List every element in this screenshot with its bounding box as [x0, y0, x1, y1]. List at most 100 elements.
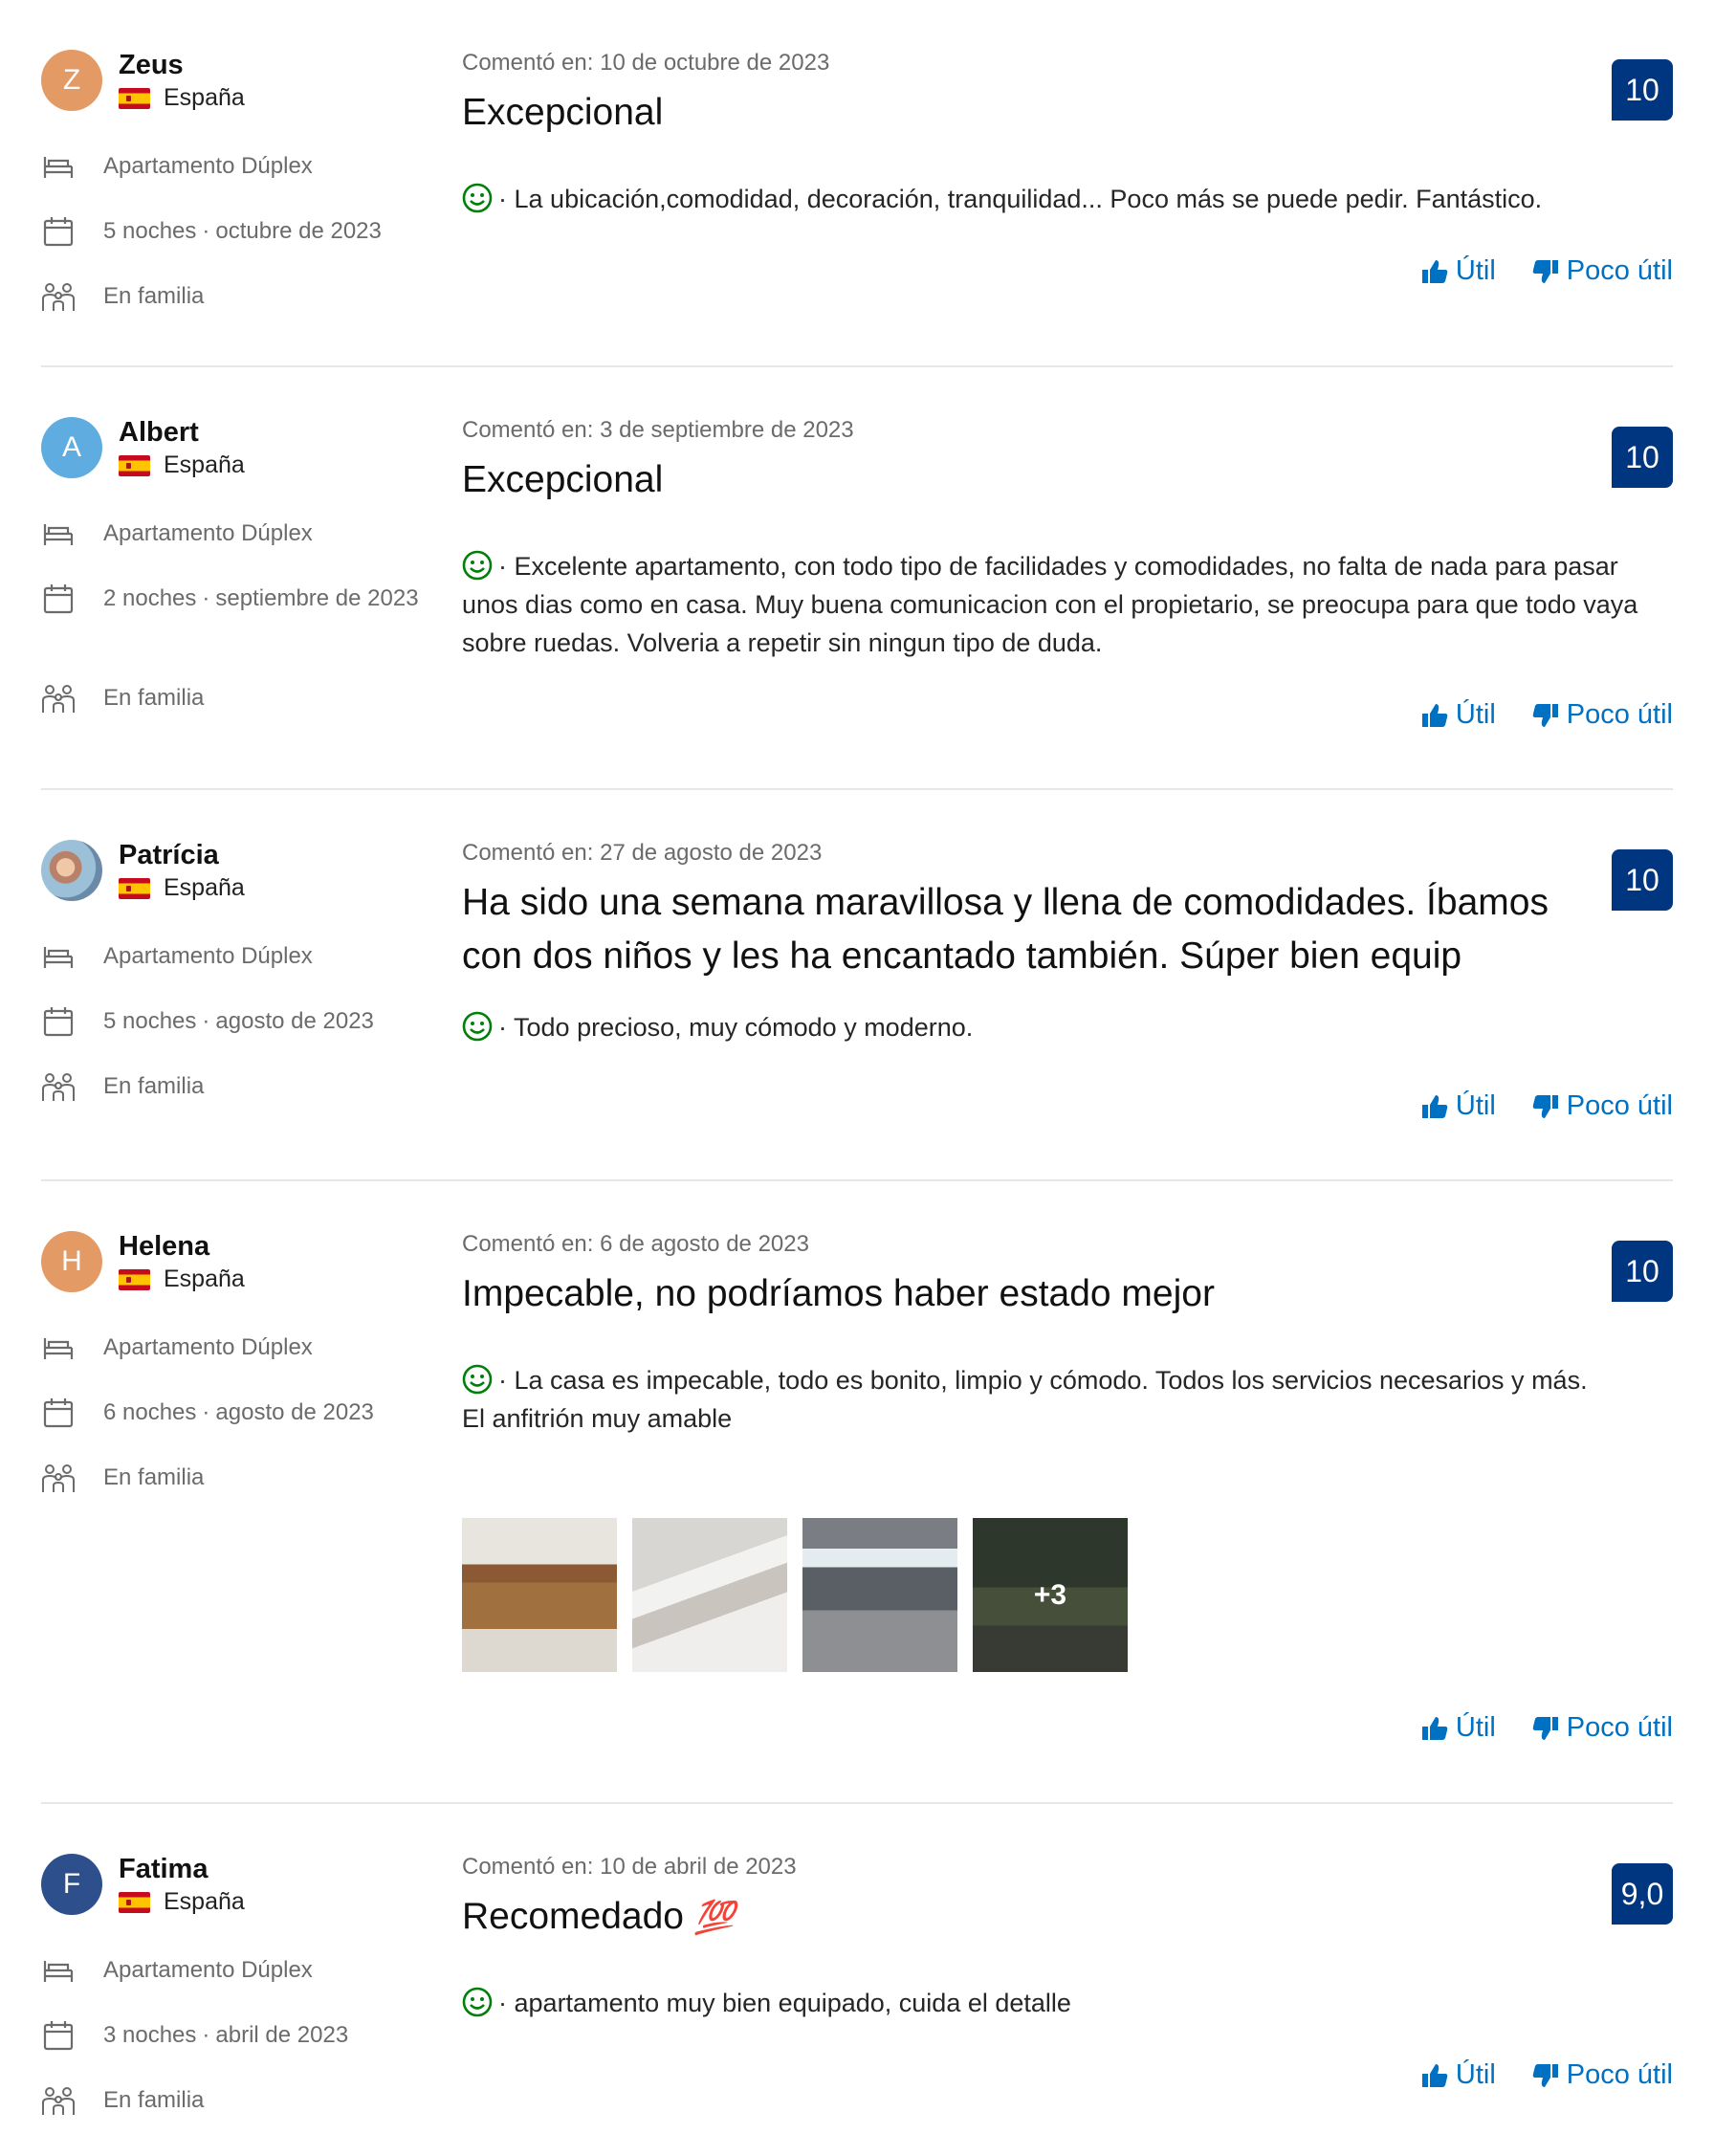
- family-icon: [41, 2083, 76, 2118]
- review-divider: [41, 1179, 1673, 1181]
- thumbs-down-icon: [1532, 1716, 1558, 1740]
- family-icon: [41, 1461, 76, 1495]
- traveler-type: En familia: [41, 1069, 443, 1104]
- smile-icon: [462, 1011, 493, 1042]
- bed-icon: [41, 517, 76, 551]
- spain-flag-icon: [119, 877, 150, 899]
- traveler-type: En familia: [41, 279, 443, 314]
- helpful-button[interactable]: Útil: [1421, 2059, 1496, 2091]
- reviewer-country: España: [119, 1265, 245, 1293]
- family-icon: [41, 1069, 76, 1104]
- traveler-type: En familia: [41, 681, 443, 715]
- thumbs-up-icon: [1421, 703, 1448, 727]
- review-divider: [41, 788, 1673, 790]
- vote-buttons: Útil Poco útil: [1421, 1712, 1673, 1744]
- avatar: [41, 840, 102, 901]
- reviewer-country: España: [119, 1888, 245, 1916]
- review-score: 10: [1612, 849, 1673, 911]
- not-helpful-button[interactable]: Poco útil: [1532, 255, 1673, 287]
- review-photo[interactable]: +3: [973, 1518, 1128, 1672]
- room-type: Apartamento Dúplex: [41, 1331, 443, 1365]
- calendar-icon: [41, 2018, 76, 2053]
- helpful-button[interactable]: Útil: [1421, 255, 1496, 287]
- helpful-button[interactable]: Útil: [1421, 699, 1496, 731]
- bed-icon: [41, 1953, 76, 1988]
- stay-length: 6 noches · agosto de 2023: [41, 1396, 443, 1430]
- review-photo[interactable]: [632, 1518, 787, 1672]
- room-type: Apartamento Dúplex: [41, 149, 443, 184]
- review-photo[interactable]: [802, 1518, 957, 1672]
- review-title: Ha sido una semana maravillosa y llena d…: [462, 882, 1549, 977]
- smile-icon: [462, 1364, 493, 1395]
- thumbs-up-icon: [1421, 2063, 1448, 2087]
- thumbs-up-icon: [1421, 1716, 1448, 1740]
- review-score: 10: [1612, 1241, 1673, 1302]
- spain-flag-icon: [119, 454, 150, 476]
- review-date: Comentó en: 10 de abril de 2023: [462, 1854, 797, 1880]
- thumbs-down-icon: [1532, 703, 1558, 727]
- review-card: A Albert España Apartamento Dúplex 2 noc…: [41, 417, 1673, 733]
- helpful-button[interactable]: Útil: [1421, 1090, 1496, 1122]
- smile-icon: [462, 550, 493, 581]
- review-score: 10: [1612, 59, 1673, 121]
- reviewer-name: Patrícia: [119, 840, 219, 870]
- reviewer-name: Albert: [119, 417, 199, 448]
- review-card: Z Zeus España Apartamento Dúplex 5 noche…: [41, 50, 1673, 327]
- not-helpful-button[interactable]: Poco útil: [1532, 1712, 1673, 1744]
- calendar-icon: [41, 1004, 76, 1039]
- stay-length: 3 noches · abril de 2023: [41, 2018, 443, 2053]
- avatar: H: [41, 1231, 102, 1292]
- helpful-button[interactable]: Útil: [1421, 1712, 1496, 1744]
- reviewer-country: España: [119, 451, 245, 479]
- thumbs-up-icon: [1421, 1094, 1448, 1118]
- review-divider: [41, 1802, 1673, 1804]
- review-divider: [41, 365, 1673, 367]
- room-type: Apartamento Dúplex: [41, 517, 443, 551]
- not-helpful-button[interactable]: Poco útil: [1532, 699, 1673, 731]
- review-photo[interactable]: [462, 1518, 617, 1672]
- review-card: F Fatima España Apartamento Dúplex 3 noc…: [41, 1854, 1673, 2141]
- review-positive-text: · La casa es impecable, todo es bonito, …: [462, 1364, 1588, 1433]
- review-card: H Helena España Apartamento Dúplex 6 noc…: [41, 1231, 1673, 1776]
- calendar-icon: [41, 214, 76, 249]
- reviewer-country: España: [119, 874, 245, 902]
- family-icon: [41, 681, 76, 715]
- review-title: Impecable, no podríamos haber estado mej…: [462, 1273, 1215, 1314]
- stay-length: 5 noches · octubre de 2023: [41, 214, 443, 249]
- vote-buttons: Útil Poco útil: [1421, 699, 1673, 731]
- avatar: Z: [41, 50, 102, 111]
- spain-flag-icon: [119, 1268, 150, 1290]
- reviewer-name: Helena: [119, 1231, 210, 1262]
- review-title: Excepcional: [462, 459, 664, 500]
- review-title: Excepcional: [462, 92, 664, 133]
- review-card: Patrícia España Apartamento Dúplex 5 noc…: [41, 840, 1673, 1146]
- bed-icon: [41, 939, 76, 974]
- vote-buttons: Útil Poco útil: [1421, 1090, 1673, 1122]
- thumbs-down-icon: [1532, 259, 1558, 283]
- review-date: Comentó en: 6 de agosto de 2023: [462, 1231, 809, 1257]
- room-type: Apartamento Dúplex: [41, 1953, 443, 1988]
- hundred-points-emoji: 💯: [693, 1900, 736, 1936]
- traveler-type: En familia: [41, 1461, 443, 1495]
- review-photos: +3: [462, 1518, 1128, 1672]
- vote-buttons: Útil Poco útil: [1421, 255, 1673, 287]
- thumbs-down-icon: [1532, 2063, 1558, 2087]
- calendar-icon: [41, 1396, 76, 1430]
- review-score: 10: [1612, 427, 1673, 488]
- review-date: Comentó en: 3 de septiembre de 2023: [462, 417, 854, 443]
- not-helpful-button[interactable]: Poco útil: [1532, 1090, 1673, 1122]
- stay-length: 2 noches · septiembre de 2023: [41, 582, 443, 616]
- bed-icon: [41, 1331, 76, 1365]
- thumbs-up-icon: [1421, 259, 1448, 283]
- stay-length: 5 noches · agosto de 2023: [41, 1004, 443, 1039]
- review-positive-text: · apartamento muy bien equipado, cuida e…: [462, 1984, 1667, 2022]
- room-type: Apartamento Dúplex: [41, 939, 443, 974]
- smile-icon: [462, 183, 493, 213]
- spain-flag-icon: [119, 87, 150, 109]
- bed-icon: [41, 149, 76, 184]
- not-helpful-button[interactable]: Poco útil: [1532, 2059, 1673, 2091]
- traveler-type: En familia: [41, 2083, 443, 2118]
- avatar: F: [41, 1854, 102, 1915]
- family-icon: [41, 279, 76, 314]
- review-date: Comentó en: 27 de agosto de 2023: [462, 840, 823, 866]
